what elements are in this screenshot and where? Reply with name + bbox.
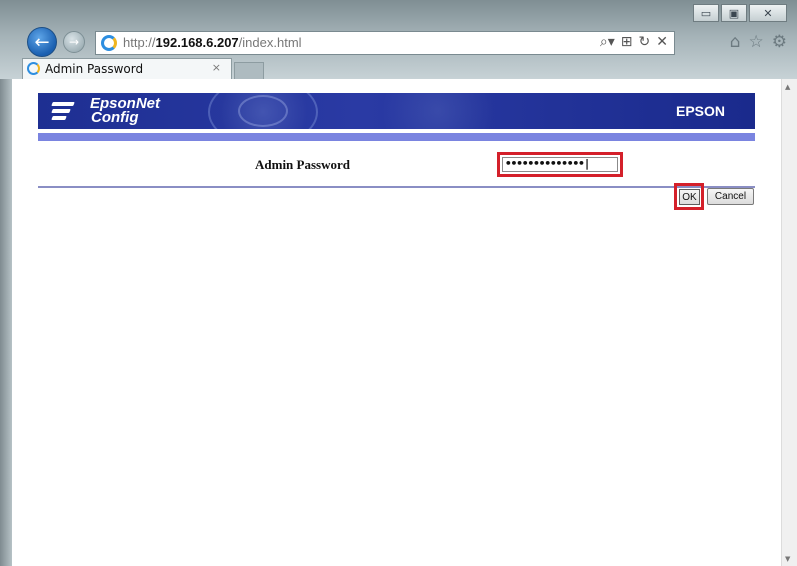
url-host: 192.168.6.207 xyxy=(155,35,239,50)
ok-button[interactable]: OK xyxy=(679,189,700,205)
maximize-button[interactable]: ▣ xyxy=(721,4,747,22)
url-prefix: http:// xyxy=(123,35,156,50)
cancel-button[interactable]: Cancel xyxy=(707,188,754,205)
scroll-down-icon[interactable]: ▼ xyxy=(785,555,790,563)
star-icon[interactable]: ☆ xyxy=(749,32,764,52)
epsonnet-banner: EpsonNet Config EPSON xyxy=(38,93,755,129)
tab-ie-icon xyxy=(27,62,40,75)
stop-icon[interactable]: ✕ xyxy=(656,34,668,50)
minimize-button[interactable]: ▭ xyxy=(693,4,719,22)
ok-highlight: OK xyxy=(674,183,704,210)
address-tools: ⌕▾ ⊞ ↻ ✕ xyxy=(600,34,668,50)
password-highlight: ••••••••••••••| xyxy=(497,152,623,177)
admin-password-label: Admin Password xyxy=(255,157,350,172)
ie-icon xyxy=(101,35,117,51)
url-path: /index.html xyxy=(238,35,302,50)
epsonnet-config-logo: EpsonNet Config xyxy=(90,96,160,126)
tab-close-icon[interactable]: × xyxy=(212,61,221,74)
logo-line-2: Config xyxy=(91,109,139,126)
address-bar[interactable]: http://192.168.6.207/index.html ⌕▾ ⊞ ↻ ✕ xyxy=(95,31,675,55)
vertical-scrollbar[interactable]: ▲ ▼ xyxy=(781,79,797,566)
banner-stripe xyxy=(38,133,755,141)
search-icon[interactable]: ⌕▾ xyxy=(600,34,615,50)
content-divider xyxy=(38,186,755,188)
compatibility-icon[interactable]: ⊞ xyxy=(621,34,633,50)
scroll-up-icon[interactable]: ▲ xyxy=(785,83,790,91)
admin-password-input[interactable]: ••••••••••••••| xyxy=(502,157,618,172)
browser-chrome: ▭ ▣ ✕ ← → http://192.168.6.207/index.htm… xyxy=(0,0,797,79)
epsonnet-logo-icon xyxy=(51,100,76,122)
epson-brand: EPSON xyxy=(675,103,725,119)
banner-decoration xyxy=(238,95,288,127)
window-controls: ▭ ▣ ✕ xyxy=(693,4,787,22)
close-window-button[interactable]: ✕ xyxy=(749,4,787,22)
url-text[interactable]: http://192.168.6.207/index.html xyxy=(123,35,302,50)
tab-admin-password[interactable]: Admin Password × xyxy=(22,58,232,79)
tab-title: Admin Password xyxy=(45,62,144,76)
banner-decoration xyxy=(368,93,508,129)
forward-button[interactable]: → xyxy=(63,31,85,53)
browser-toolbar: ⌂ ☆ ⚙ xyxy=(730,32,787,52)
new-tab-button[interactable] xyxy=(234,62,264,79)
back-button[interactable]: ← xyxy=(27,27,57,57)
gear-icon[interactable]: ⚙ xyxy=(772,32,787,52)
refresh-icon[interactable]: ↻ xyxy=(639,34,651,50)
window-left-edge xyxy=(0,79,12,566)
home-icon[interactable]: ⌂ xyxy=(730,32,741,52)
